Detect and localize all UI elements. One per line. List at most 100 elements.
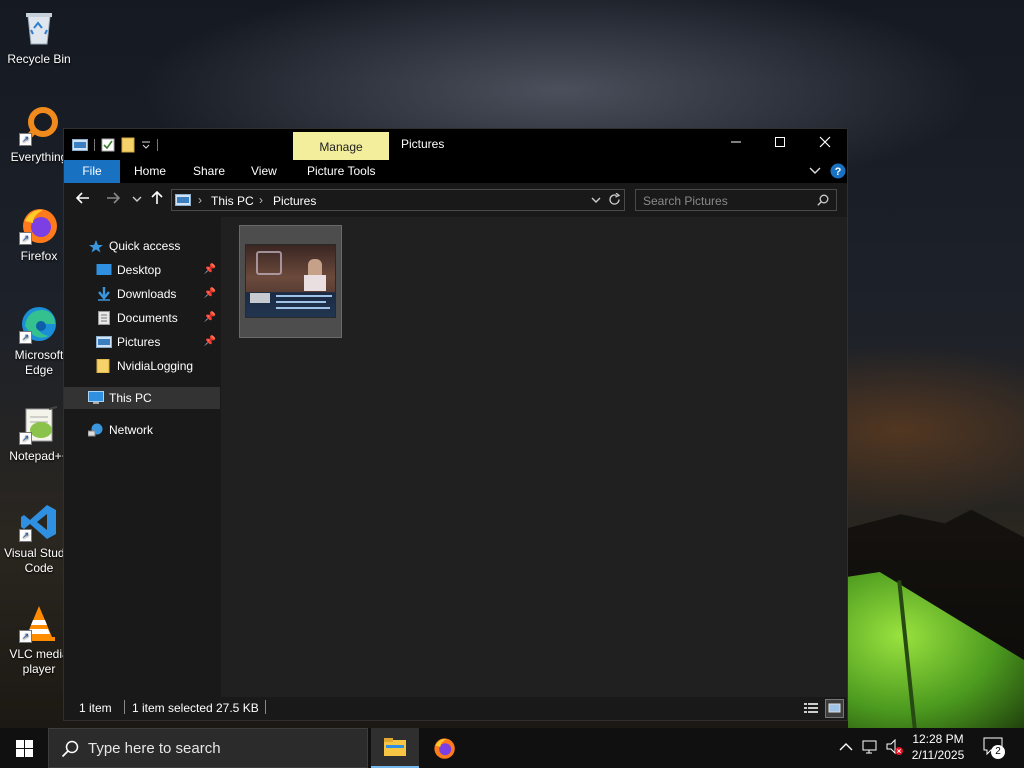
everything-search-icon: ↗ — [19, 106, 59, 146]
refresh-icon — [609, 192, 621, 205]
taskbar-firefox[interactable] — [420, 728, 468, 768]
window-title: Pictures — [401, 137, 445, 151]
address-history-dropdown[interactable] — [591, 194, 601, 208]
network-status-icon — [862, 740, 877, 754]
large-icons-view-button[interactable] — [825, 699, 844, 718]
breadcrumb-pictures[interactable]: Pictures — [273, 194, 316, 208]
tab-picture-tools[interactable]: Picture Tools — [307, 160, 375, 183]
desktop-icon-recycle-bin[interactable]: Recycle Bin — [0, 8, 78, 67]
shortcut-arrow-icon: ↗ — [19, 133, 32, 146]
pin-icon: 📌 — [203, 264, 216, 275]
customize-toolbar-chevron-icon[interactable] — [141, 139, 151, 151]
quick-access-toolbar — [72, 135, 158, 155]
large-icons-view-icon — [828, 703, 841, 713]
nav-pictures[interactable]: Pictures 📌 — [64, 331, 220, 353]
documents-icon — [98, 311, 110, 325]
show-hidden-icons-button[interactable] — [839, 740, 853, 757]
help-button[interactable]: ? — [830, 163, 846, 179]
nav-label: Pictures — [117, 335, 161, 349]
address-bar[interactable]: › This PC › Pictures — [171, 189, 625, 211]
new-folder-icon[interactable] — [121, 137, 135, 153]
chevron-down-icon — [809, 167, 821, 174]
nav-label: Network — [109, 423, 154, 437]
breadcrumb-separator-icon: › — [198, 193, 202, 207]
network-status-button[interactable] — [862, 739, 880, 758]
pictures-location-icon — [175, 194, 191, 206]
clock-time: 12:28 PM — [912, 732, 964, 746]
navigation-pane: Quick access Desktop 📌 Downloads 📌 Docum… — [64, 217, 220, 697]
shortcut-arrow-icon: ↗ — [19, 331, 32, 344]
shortcut-arrow-icon: ↗ — [19, 630, 32, 643]
nav-desktop[interactable]: Desktop 📌 — [64, 259, 220, 281]
title-bar: Manage Pictures — [64, 129, 847, 160]
tab-view[interactable]: View — [251, 160, 277, 183]
back-button[interactable] — [74, 191, 92, 209]
search-input-placeholder: Search Pictures — [643, 194, 728, 208]
network-icon — [88, 423, 103, 437]
star-icon — [89, 240, 103, 253]
details-view-button[interactable] — [802, 699, 820, 717]
nav-this-pc[interactable]: This PC — [64, 387, 220, 409]
maximize-icon — [775, 137, 785, 147]
search-icon — [61, 740, 79, 758]
pin-icon: 📌 — [203, 312, 216, 323]
address-row: › This PC › Pictures Search Pictures — [64, 183, 847, 217]
vlc-icon: ↗ — [19, 603, 59, 643]
recent-locations-button[interactable] — [128, 191, 146, 209]
minimize-button[interactable] — [713, 129, 759, 160]
file-explorer-window: Manage Pictures File Home Share View Pic… — [63, 128, 848, 721]
nav-label: Quick access — [109, 239, 181, 253]
nav-downloads[interactable]: Downloads 📌 — [64, 283, 220, 305]
taskbar-search-box[interactable]: Type here to search — [48, 728, 368, 768]
computer-icon — [88, 391, 104, 404]
volume-button[interactable] — [886, 738, 904, 758]
up-arrow-icon — [151, 190, 163, 204]
file-list-area[interactable] — [221, 217, 847, 697]
taskbar: Type here to search 12:28 PM 2/11/2025 2 — [0, 728, 1024, 768]
forward-arrow-icon — [107, 192, 121, 204]
nav-network[interactable]: Network — [64, 419, 220, 441]
file-item[interactable] — [239, 225, 342, 338]
action-center-button[interactable]: 2 — [983, 737, 1009, 759]
tab-file[interactable]: File — [64, 160, 120, 183]
nav-quick-access[interactable]: Quick access — [64, 235, 220, 257]
taskbar-file-explorer[interactable] — [371, 728, 419, 768]
image-thumbnail — [245, 244, 336, 318]
expand-ribbon-button[interactable] — [809, 165, 821, 179]
up-button[interactable] — [148, 190, 166, 209]
clock-date: 2/11/2025 — [911, 748, 965, 762]
shortcut-arrow-icon: ↗ — [19, 432, 32, 445]
taskbar-search-placeholder: Type here to search — [88, 740, 221, 757]
manage-contextual-tab[interactable]: Manage — [293, 132, 389, 160]
nav-nvidia-logging[interactable]: NvidiaLogging — [64, 355, 220, 377]
minimize-icon — [731, 141, 741, 143]
toolbar-separator — [157, 139, 158, 151]
nav-documents[interactable]: Documents 📌 — [64, 307, 220, 329]
recycle-bin-icon — [19, 8, 59, 48]
breadcrumb-this-pc[interactable]: This PC — [211, 194, 254, 208]
volume-muted-icon — [886, 738, 903, 755]
window-system-icon[interactable] — [72, 139, 88, 151]
start-button[interactable] — [0, 728, 48, 768]
search-box[interactable]: Search Pictures — [635, 189, 837, 211]
status-separator — [265, 700, 266, 714]
shortcut-arrow-icon: ↗ — [19, 232, 32, 245]
desktop-icon-label: Recycle Bin — [7, 52, 71, 66]
properties-icon[interactable] — [101, 138, 115, 152]
selection-status: 1 item selected — [132, 701, 213, 715]
nav-label: NvidiaLogging — [117, 359, 194, 373]
pin-icon: 📌 — [203, 288, 216, 299]
tab-home[interactable]: Home — [134, 160, 166, 183]
close-button[interactable] — [802, 129, 848, 160]
status-separator — [124, 700, 125, 714]
chevron-down-icon — [591, 197, 601, 203]
maximize-button[interactable] — [757, 129, 803, 160]
tab-share[interactable]: Share — [193, 160, 225, 183]
forward-button[interactable] — [104, 191, 122, 209]
back-arrow-icon — [75, 192, 89, 204]
nav-label: Documents — [117, 311, 178, 325]
nav-label: Desktop — [117, 263, 162, 277]
clock[interactable]: 12:28 PM 2/11/2025 — [905, 731, 971, 763]
nav-label: Downloads — [117, 287, 177, 301]
refresh-button[interactable] — [608, 192, 621, 209]
